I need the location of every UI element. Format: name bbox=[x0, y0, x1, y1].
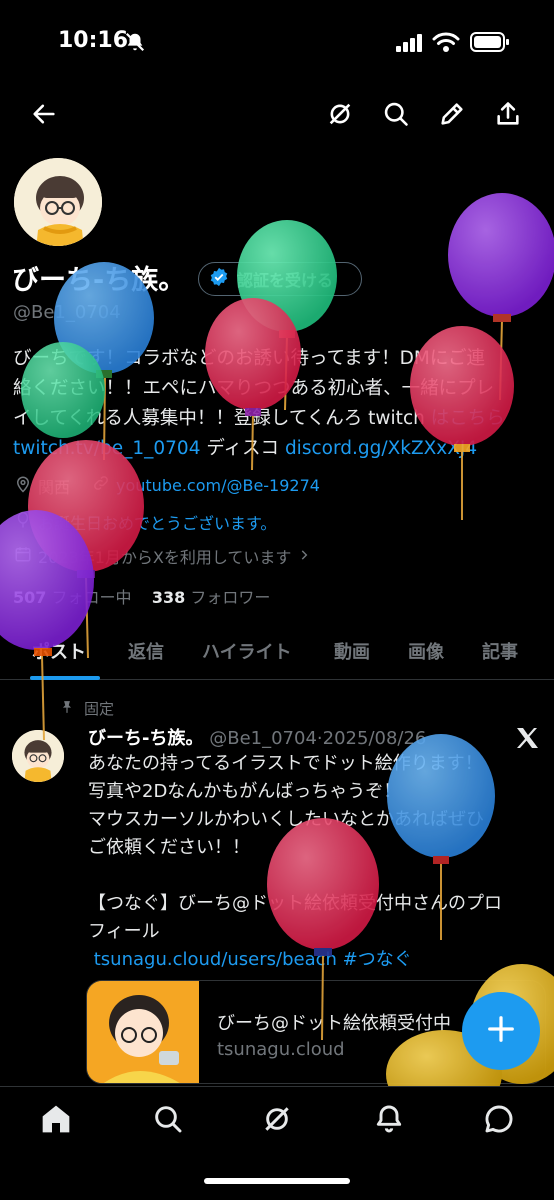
get-verified-label: 認証を受ける bbox=[237, 271, 334, 290]
tab-highlights[interactable]: ハイライト bbox=[202, 638, 292, 664]
follow-stats: 507 フォロー中 338 フォロワー bbox=[13, 584, 270, 608]
post-text-line: tsunagu.cloud/users/beach #つなぐ bbox=[88, 946, 538, 974]
profile-joined[interactable]: 2023年1月からXを利用しています bbox=[14, 544, 311, 568]
post-link[interactable]: tsunagu.cloud/users/beach bbox=[94, 949, 337, 970]
post-header: びーち-ち族。 @Be1_0704·2025/08/26 bbox=[88, 728, 427, 749]
profile-avatar[interactable] bbox=[12, 156, 104, 248]
post-text-line: 【つなぐ】びーち@ドット絵依頼受付中さんのプロ bbox=[88, 893, 502, 914]
tab-articles[interactable]: 記事 bbox=[482, 638, 518, 664]
profile-bio: びーちです！コラボなどのお誘い待ってます！DMにご連 絡ください！！エペにハマり… bbox=[13, 344, 543, 464]
signal-icon bbox=[396, 34, 424, 56]
post-body: あなたの持ってるイラストでドット絵作ります！ 写真や2Dなんかもがんばっちゃうぞ… bbox=[88, 750, 538, 974]
discord-link[interactable]: discord.gg/XkZXxXJ4 bbox=[285, 438, 477, 459]
messages-icon[interactable] bbox=[483, 1103, 515, 1139]
pen-icon[interactable] bbox=[438, 100, 466, 128]
twitch-link[interactable]: twitch.tv/be_1_0704 bbox=[13, 438, 200, 459]
pinned-label: 固定 bbox=[60, 698, 114, 719]
post-text-line: マウスカーソルかわいくしたいなとかあればぜひ bbox=[88, 809, 484, 830]
post-author-name[interactable]: びーち-ち族。 bbox=[88, 728, 203, 749]
location-pin-icon bbox=[14, 475, 32, 497]
chevron-right-icon bbox=[297, 547, 311, 566]
get-verified-button[interactable]: 認証を受ける bbox=[198, 262, 362, 296]
tab-replies[interactable]: 返信 bbox=[128, 638, 164, 664]
card-domain: tsunagu.cloud bbox=[217, 1039, 345, 1060]
grok-icon[interactable] bbox=[261, 1103, 293, 1139]
post-date: 2025/08/26 bbox=[322, 728, 427, 749]
bio-line: twitch.tv/be_1_0704 ディスコ discord.gg/XkZX… bbox=[13, 438, 478, 459]
tab-videos[interactable]: 動画 bbox=[334, 638, 370, 664]
post-author-handle: @Be1_0704 bbox=[209, 728, 317, 749]
balloon-icon bbox=[14, 511, 32, 533]
tab-posts[interactable]: ポスト bbox=[32, 638, 86, 664]
plus-icon bbox=[486, 1014, 516, 1048]
profile-url[interactable]: youtube.com/@Be-19274 bbox=[92, 474, 320, 496]
home-icon[interactable] bbox=[40, 1103, 72, 1139]
followers-stat[interactable]: 338 フォロワー bbox=[152, 588, 271, 607]
status-time: 10:16 bbox=[58, 28, 129, 53]
card-title: びーち@ドット絵依頼受付中 bbox=[217, 1013, 451, 1034]
profile-handle: @Be1_0704 bbox=[13, 302, 121, 323]
compose-post-button[interactable] bbox=[462, 992, 540, 1070]
bio-line: 絡ください！！エペにハマりつつある初心者、一緒にプレ bbox=[13, 378, 495, 399]
home-indicator bbox=[204, 1178, 350, 1184]
calendar-icon bbox=[14, 545, 32, 567]
grok-icon[interactable] bbox=[326, 100, 354, 128]
post-text-line: フィール bbox=[88, 921, 160, 942]
pin-icon bbox=[60, 699, 74, 719]
card-thumbnail bbox=[87, 981, 199, 1083]
bell-off-icon bbox=[124, 31, 146, 57]
post-text-line: 写真や2Dなんかもがんばっちゃうぞ！ bbox=[88, 781, 402, 802]
verified-badge-icon bbox=[209, 267, 229, 291]
post-author-avatar[interactable] bbox=[12, 730, 64, 782]
profile-location: 関西 bbox=[14, 474, 70, 498]
following-stat[interactable]: 507 フォロー中 bbox=[13, 588, 132, 607]
active-tab-indicator bbox=[30, 676, 100, 680]
profile-display-name: びーち-ち族。 bbox=[12, 265, 186, 296]
share-icon[interactable] bbox=[494, 100, 522, 128]
battery-icon bbox=[470, 31, 510, 57]
tab-images[interactable]: 画像 bbox=[408, 638, 444, 664]
search-icon[interactable] bbox=[152, 1103, 184, 1139]
post-text-line bbox=[88, 862, 538, 890]
post-text-line: あなたの持ってるイラストでドット絵作ります！ bbox=[88, 753, 483, 774]
link-icon bbox=[92, 474, 110, 496]
bio-line: イしてくれる人募集中！！登録してくんろ twitch はこちら bbox=[13, 408, 505, 429]
profile-tabs: ポスト 返信 ハイライト 動画 画像 記事 bbox=[0, 628, 554, 680]
bio-line: びーちです！コラボなどのお誘い待ってます！DMにご連 bbox=[13, 348, 485, 369]
profile-birthday: お誕生日おめでとうございます。 bbox=[14, 510, 276, 534]
post-text-line: ご依頼ください！！ bbox=[88, 837, 250, 858]
back-icon[interactable] bbox=[30, 100, 58, 128]
wifi-icon bbox=[432, 31, 460, 57]
bio-hashtag-link[interactable]: はこちら bbox=[431, 408, 505, 429]
bell-icon[interactable] bbox=[373, 1103, 405, 1139]
search-icon[interactable] bbox=[382, 100, 410, 128]
post-hashtag[interactable]: #つなぐ bbox=[343, 949, 412, 970]
